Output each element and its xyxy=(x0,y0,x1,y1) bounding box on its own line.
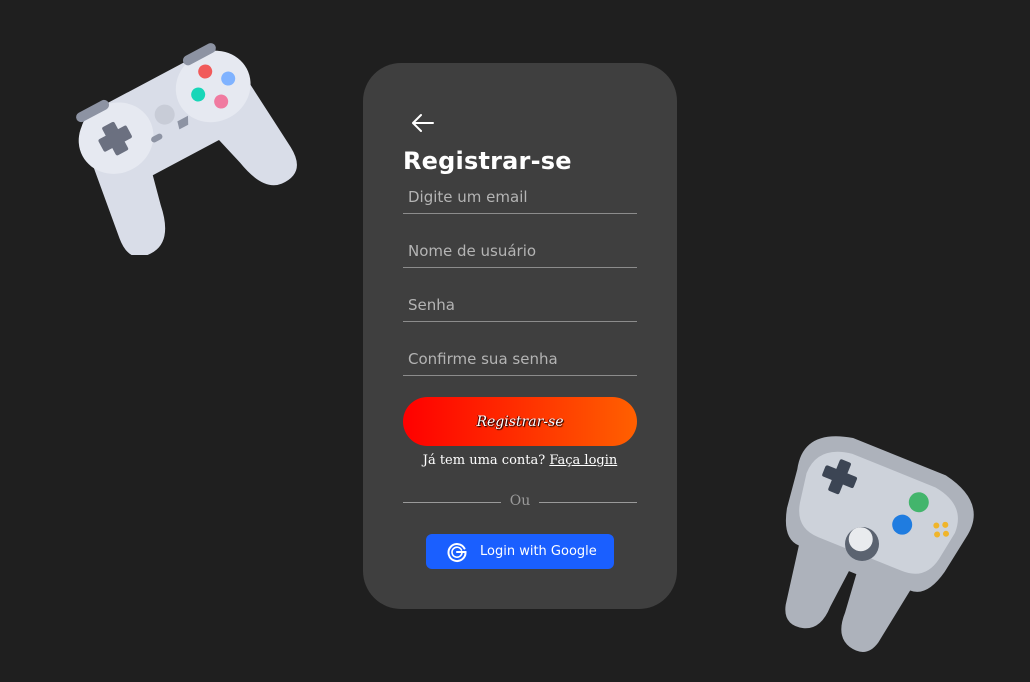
username-field[interactable] xyxy=(403,238,637,268)
divider-text: Ou xyxy=(509,493,531,509)
gamepad-icon xyxy=(55,30,300,255)
email-field[interactable] xyxy=(403,184,637,214)
or-divider: Ou xyxy=(403,493,637,511)
arrow-left-icon xyxy=(412,114,434,132)
n64-controller-icon xyxy=(745,430,985,655)
google-login-button[interactable]: Login with Google xyxy=(426,534,614,569)
divider-line-right xyxy=(539,502,637,503)
google-login-label: Login with Google xyxy=(480,544,597,559)
login-link[interactable]: Faça login xyxy=(549,453,617,468)
have-account-text: Já tem uma conta? xyxy=(422,453,546,468)
page-title: Registrar-se xyxy=(403,147,572,175)
register-button[interactable]: Registrar-se xyxy=(403,397,637,446)
back-button[interactable] xyxy=(411,112,435,134)
confirm-password-field[interactable] xyxy=(403,346,637,376)
google-icon xyxy=(447,542,467,562)
login-prompt: Já tem uma conta? Faça login xyxy=(363,453,677,468)
register-card: Registrar-se Registrar-se Já tem uma con… xyxy=(363,63,677,609)
password-field[interactable] xyxy=(403,292,637,322)
